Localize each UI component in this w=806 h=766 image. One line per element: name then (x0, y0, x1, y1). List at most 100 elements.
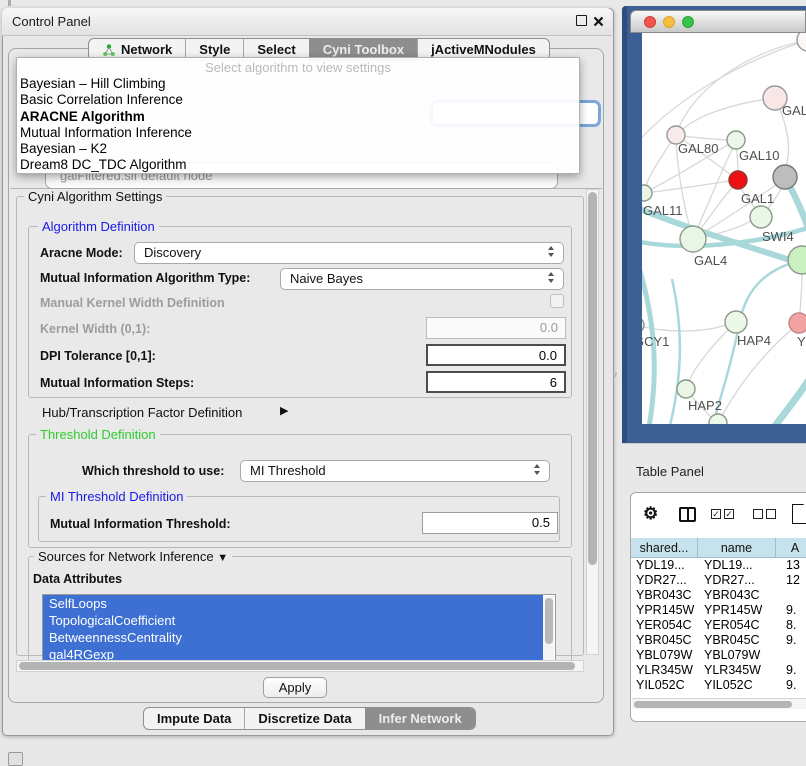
close-icon[interactable] (593, 14, 604, 32)
algorithm-option[interactable]: ARACNE Algorithm (17, 109, 579, 125)
table-cell: YBR043C (698, 588, 776, 603)
new-table-icon[interactable] (792, 504, 806, 524)
network-node[interactable] (750, 206, 772, 228)
algorithm-option[interactable]: Dream8 DC_TDC Algorithm (17, 157, 579, 173)
hub-definition-label[interactable]: Hub/Transcription Factor Definition (42, 405, 242, 420)
network-window-titlebar[interactable] (630, 10, 806, 33)
kernel-width-field[interactable]: 0.0 (426, 317, 566, 339)
algorithm-option[interactable]: Bayesian – Hill Climbing (17, 76, 579, 92)
algorithm-option[interactable]: Mutual Information Inference (17, 125, 579, 141)
network-node[interactable] (642, 185, 652, 201)
aracne-mode-label: Aracne Mode: (40, 246, 123, 260)
network-node[interactable] (677, 380, 695, 398)
mi-threshold-field[interactable]: 0.5 (422, 512, 558, 534)
algorithm-popup-list: Bayesian – Hill ClimbingBasic Correlatio… (17, 76, 579, 174)
column-header[interactable]: name (698, 538, 776, 558)
select-all-checkbox-icon[interactable]: ✓ (711, 509, 721, 519)
table-cell: YIL052C (631, 678, 698, 693)
settings-horizontal-scrollbar[interactable] (16, 660, 584, 672)
column-header[interactable]: A (776, 538, 806, 558)
table-row[interactable]: YLR345WYLR345W9. (631, 663, 806, 678)
dpi-tolerance-field[interactable]: 0.0 (426, 344, 566, 366)
zoom-traffic-light-icon[interactable] (682, 16, 694, 28)
collapse-down-icon[interactable]: ▼ (217, 552, 228, 564)
table-header: shared...nameA (631, 538, 806, 558)
network-node[interactable] (709, 414, 727, 424)
settings-vertical-scrollbar[interactable] (586, 189, 599, 655)
expand-right-icon[interactable]: ▶ (280, 404, 288, 417)
data-attributes-list[interactable]: SelfLoopsTopologicalCoefficientBetweenne… (42, 594, 556, 662)
table-cell: YDR27... (698, 573, 776, 588)
panel-resize-grip[interactable]: ~ (609, 372, 620, 378)
network-node[interactable] (797, 33, 806, 51)
network-canvas[interactable]: GALGAL80GAL10GAL1GAL11SWI4GAL4GCY1HAP4YH… (642, 33, 806, 424)
node-label: HAP4 (737, 333, 771, 348)
node-label: HAP2 (688, 398, 722, 413)
minimize-traffic-light-icon[interactable] (663, 16, 675, 28)
network-node[interactable] (725, 311, 747, 333)
tab-infer-network[interactable]: Infer Network (365, 708, 475, 729)
select-all-checkbox-icon[interactable]: ✓ (724, 509, 734, 519)
aracne-mode-combo[interactable]: Discovery (134, 242, 564, 264)
mi-threshold-label: Mutual Information Threshold: (50, 517, 231, 531)
algorithm-option[interactable]: Bayesian – K2 (17, 141, 579, 157)
table-row[interactable]: YIL052CYIL052C9. (631, 678, 806, 693)
table-row[interactable]: YER054CYER054C8. (631, 618, 806, 633)
network-node[interactable] (773, 165, 797, 189)
mi-steps-field[interactable]: 6 (426, 371, 566, 393)
table-cell: 9. (776, 603, 806, 618)
tab-impute-data[interactable]: Impute Data (144, 708, 244, 729)
table-cell: YPR145W (631, 603, 698, 618)
node-label: Y (797, 334, 806, 349)
table-cell (776, 648, 806, 663)
deselect-all-checkbox-icon[interactable] (753, 509, 763, 519)
table-cell: YLR345W (698, 663, 776, 678)
table-row[interactable]: YBR045CYBR045C9. (631, 633, 806, 648)
algorithm-option[interactable]: Basic Correlation Inference (17, 92, 579, 108)
tab-label: Cyni Toolbox (323, 42, 404, 57)
table-cell: YDL19... (698, 558, 776, 573)
apply-button[interactable]: Apply (263, 677, 327, 698)
split-columns-icon[interactable] (679, 507, 696, 522)
table-cell: YBR043C (631, 588, 698, 603)
which-threshold-label: Which threshold to use: (82, 464, 224, 478)
network-node[interactable] (729, 171, 747, 189)
table-cell: YLR345W (631, 663, 698, 678)
network-node[interactable] (788, 246, 806, 274)
network-icon (102, 43, 116, 57)
table-cell: YBL079W (631, 648, 698, 663)
gear-icon[interactable]: ⚙ (643, 504, 658, 524)
float-window-icon[interactable] (576, 15, 587, 26)
network-node[interactable] (727, 131, 745, 149)
tab-label: jActiveMNodules (431, 42, 536, 57)
network-node[interactable] (680, 226, 706, 252)
close-traffic-light-icon[interactable] (644, 16, 656, 28)
table-row[interactable]: YDR27...YDR27...12 (631, 573, 806, 588)
algorithm-definition-legend: Algorithm Definition (38, 219, 159, 234)
table-row[interactable]: YDL19...YDL19...13 (631, 558, 806, 573)
minimized-panel-icon[interactable] (8, 752, 23, 766)
attribute-list-item[interactable]: SelfLoops (43, 595, 543, 612)
tab-label: Infer Network (379, 711, 462, 726)
table-row[interactable]: YPR145WYPR145W9. (631, 603, 806, 618)
table-horizontal-scrollbar[interactable] (632, 698, 806, 709)
mi-type-combo[interactable]: Naive Bayes (280, 268, 564, 290)
data-attributes-label: Data Attributes (33, 572, 122, 586)
deselect-all-checkbox-icon[interactable] (766, 509, 776, 519)
attributes-scrollbar[interactable] (543, 596, 554, 660)
manual-kernel-checkbox[interactable] (550, 294, 564, 308)
table-cell: YBL079W (698, 648, 776, 663)
tab-discretize-data[interactable]: Discretize Data (244, 708, 364, 729)
aracne-mode-value: Discovery (144, 245, 201, 260)
network-node[interactable] (789, 313, 806, 333)
node-label: GAL10 (739, 148, 779, 163)
network-node[interactable] (642, 317, 644, 333)
column-header[interactable]: shared... (631, 538, 698, 558)
control-panel-titlebar[interactable] (2, 8, 612, 36)
which-threshold-combo[interactable]: MI Threshold (240, 460, 550, 482)
table-row[interactable]: YBR043CYBR043C (631, 588, 806, 603)
attribute-list-item[interactable]: TopologicalCoefficient (43, 612, 543, 629)
attribute-list-item[interactable]: BetweennessCentrality (43, 629, 543, 646)
table-row[interactable]: YBL079WYBL079W (631, 648, 806, 663)
mi-type-value: Naive Bayes (290, 271, 363, 286)
